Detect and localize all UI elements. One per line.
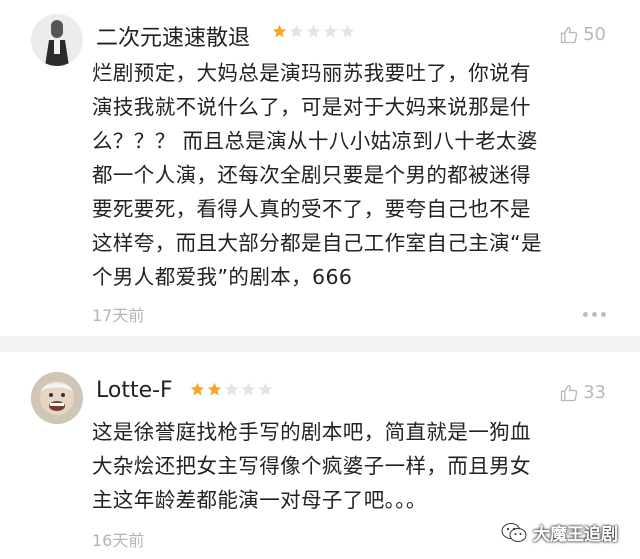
thumbs-up-icon <box>560 384 578 401</box>
review-text-line: 要死要死，看得人真的受不了，要夸自己也不是 <box>92 197 531 221</box>
review-text-line: 大杂烩还把女主写得像个疯婆子一样，而且男女 <box>92 454 531 478</box>
username[interactable]: 二次元速速散退 <box>96 20 250 52</box>
star-filled-icon <box>190 382 205 396</box>
star-empty-icon <box>306 24 321 38</box>
star-empty-icon <box>323 24 338 38</box>
star-empty-icon <box>289 24 304 38</box>
star-rating <box>190 382 273 397</box>
thumbs-up-icon <box>560 26 578 43</box>
review-text-line: 主这年龄差都能演一对母子了吧。。。 <box>92 488 427 512</box>
timestamp: 17天前 <box>92 306 145 325</box>
watermark: 大魔王追剧 <box>501 520 618 545</box>
review-item: 二次元速速散退 50 烂剧预定，大妈总是演玛丽苏我要吐了，你说有 演技我就不说什么… <box>0 0 640 336</box>
star-rating <box>272 24 355 39</box>
star-filled-icon <box>207 382 222 396</box>
divider <box>0 336 640 352</box>
avatar[interactable] <box>31 372 83 424</box>
review-text-line: 演技我就不说什么了，可是对于大妈来说那是什 <box>92 95 531 119</box>
more-icon[interactable] <box>583 312 606 317</box>
review-text: 这是徐誉庭找枪手写的剧本吧，简直就是一狗血 大杂烩还把女主写得像个疯婆子一样，而且… <box>92 415 602 517</box>
watermark-text: 大魔王追剧 <box>533 525 618 545</box>
review-text-line: 么？？？ 而且总是演从十八小姑凉到八十老太婆 <box>92 129 538 153</box>
star-empty-icon <box>258 382 273 396</box>
review-text: 烂剧预定，大妈总是演玛丽苏我要吐了，你说有 演技我就不说什么了，可是对于大妈来说那… <box>92 56 602 294</box>
timestamp: 16天前 <box>92 531 145 550</box>
username[interactable]: Lotte-F <box>96 378 173 403</box>
review-text-line: 这样夸，而且大部分都是自己工作室自己主演“是 <box>92 231 542 255</box>
avatar[interactable] <box>31 14 83 66</box>
like-count: 50 <box>583 24 606 45</box>
star-filled-icon <box>272 24 287 38</box>
star-empty-icon <box>224 382 239 396</box>
like-count: 33 <box>583 382 606 403</box>
like-button[interactable]: 33 <box>559 382 606 403</box>
wechat-icon <box>501 522 527 542</box>
review-text-line: 烂剧预定，大妈总是演玛丽苏我要吐了，你说有 <box>92 61 531 85</box>
like-button[interactable]: 50 <box>559 24 606 45</box>
review-text-line: 都一个人演，还每次全剧只要是个男的都被迷得 <box>92 163 531 187</box>
review-text-line: 这是徐誉庭找枪手写的剧本吧，简直就是一狗血 <box>92 420 531 444</box>
star-empty-icon <box>241 382 256 396</box>
review-text-line: 个男人都爱我”的剧本，666 <box>92 265 353 289</box>
star-empty-icon <box>340 24 355 38</box>
